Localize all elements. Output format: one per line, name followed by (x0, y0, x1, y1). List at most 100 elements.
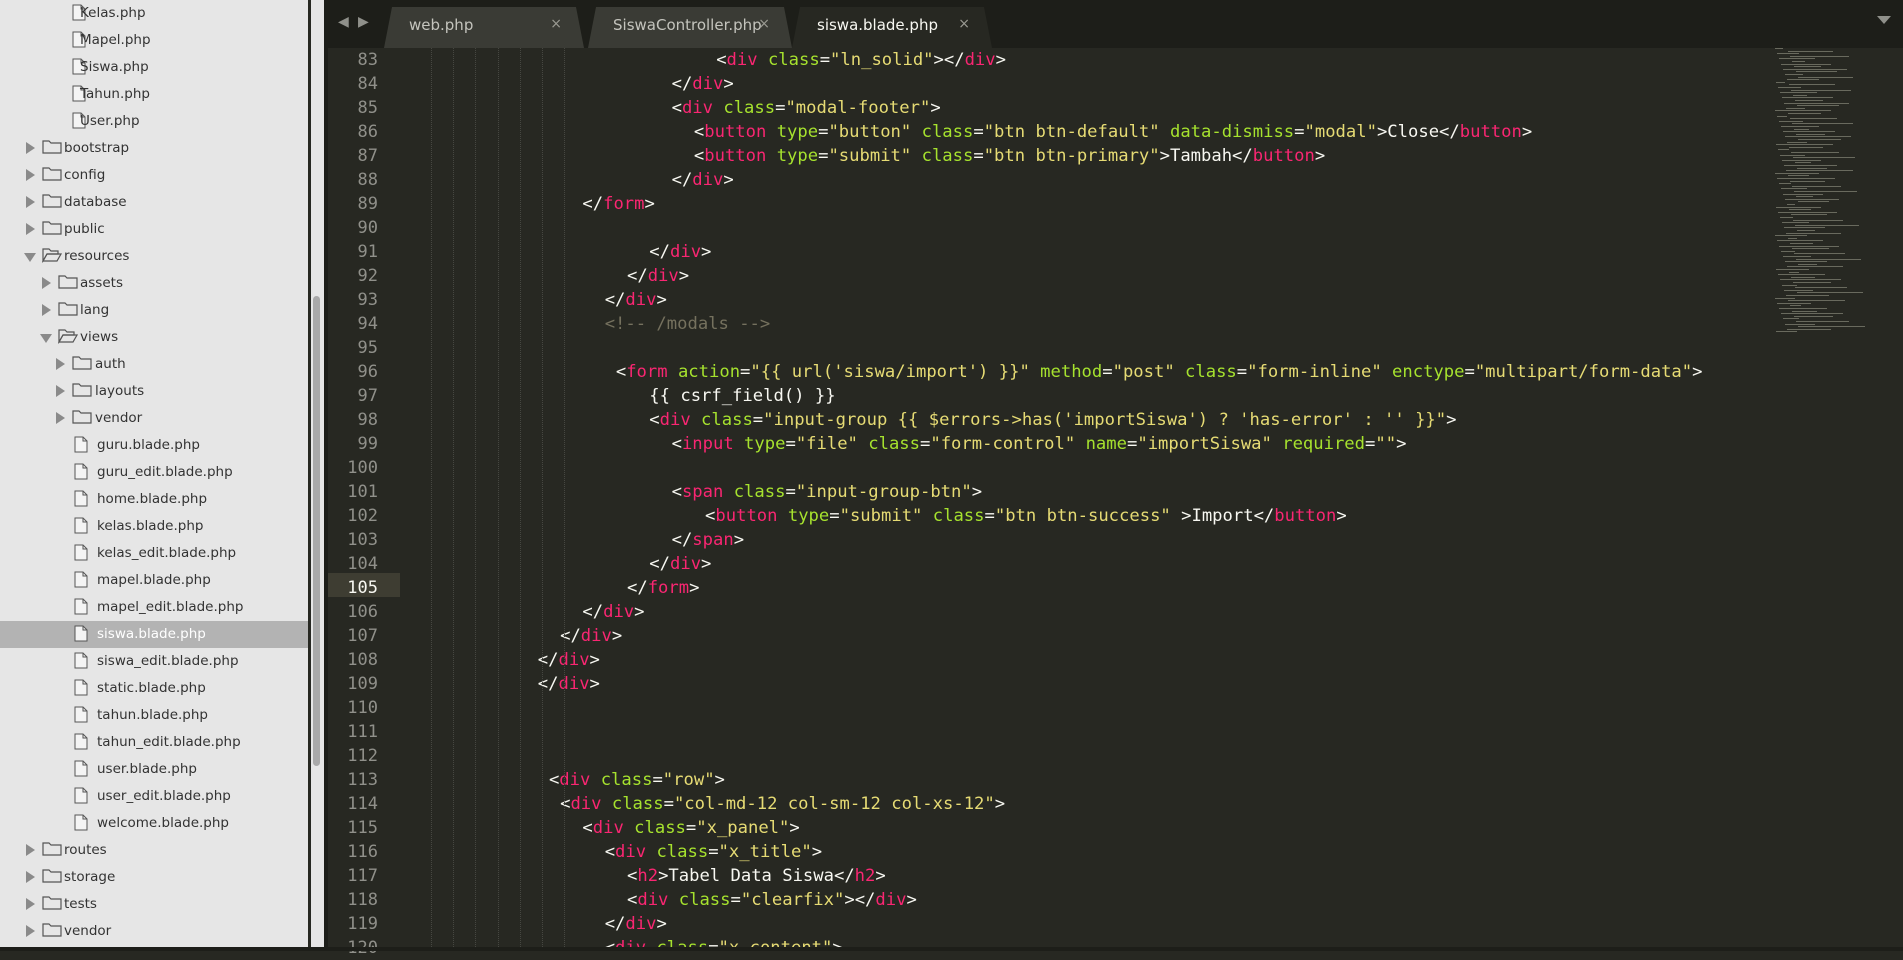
chevron-right-icon[interactable] (26, 844, 35, 856)
code-line[interactable]: </div> (538, 648, 600, 672)
code-token: div (558, 650, 590, 670)
code-line[interactable]: <div class="x_title"> (605, 840, 822, 864)
chevron-right-icon[interactable] (26, 898, 35, 910)
chevron-right-icon[interactable] (42, 277, 51, 289)
chevron-right-icon[interactable] (26, 871, 35, 883)
code-line[interactable]: {{ csrf_field() }} (649, 384, 835, 408)
chevron-right-icon[interactable] (26, 925, 35, 937)
code-line[interactable]: </div> (672, 72, 734, 96)
sidebar-file-siswa-edit-blade-php[interactable]: siswa_edit.blade.php (0, 648, 308, 675)
sidebar-file-tahun-edit-blade-php[interactable]: tahun_edit.blade.php (0, 729, 308, 756)
sidebar-file-guru-blade-php[interactable]: guru.blade.php (0, 432, 308, 459)
sidebar-file-guru-edit-blade-php[interactable]: guru_edit.blade.php (0, 459, 308, 486)
code-token: > (723, 74, 734, 94)
sidebar-file-tahun-blade-php[interactable]: tahun.blade.php (0, 702, 308, 729)
code-line[interactable]: </form> (582, 192, 654, 216)
code-line[interactable]: </div> (672, 168, 734, 192)
code-line[interactable]: </div> (605, 912, 667, 936)
sidebar-folder-routes[interactable]: routes (0, 837, 308, 864)
code-line[interactable]: </div> (649, 552, 711, 576)
sidebar-file-tahun-php[interactable]: Tahun.php (0, 81, 308, 108)
sidebar-file-siswa-blade-php[interactable]: siswa.blade.php (0, 621, 308, 648)
sidebar-folder-vendor[interactable]: vendor (0, 405, 308, 432)
code-line[interactable]: </div> (538, 672, 600, 696)
code-line[interactable]: <button type="button" class="btn btn-def… (694, 120, 1532, 144)
sidebar-file-user-blade-php[interactable]: user.blade.php (0, 756, 308, 783)
sidebar-folder-storage[interactable]: storage (0, 864, 308, 891)
code-line[interactable]: </div> (582, 600, 644, 624)
sidebar-file-welcome-blade-php[interactable]: welcome.blade.php (0, 810, 308, 837)
code-line[interactable]: <div class="clearfix"></div> (627, 888, 917, 912)
sidebar-scrollbar-thumb[interactable] (313, 296, 320, 766)
code-line[interactable]: <div class="ln_solid"></div> (716, 48, 1006, 72)
sidebar-file-static-blade-php[interactable]: static.blade.php (0, 675, 308, 702)
code-line[interactable]: </div> (627, 264, 689, 288)
code-line[interactable]: <input type="file" class="form-control" … (672, 432, 1407, 456)
sidebar-folder-lang[interactable]: lang (0, 297, 308, 324)
chevron-right-icon[interactable] (26, 196, 35, 208)
code-line[interactable]: <div class="x_panel"> (582, 816, 799, 840)
sidebar-file-user-edit-blade-php[interactable]: user_edit.blade.php (0, 783, 308, 810)
code-line[interactable]: </div> (605, 288, 667, 312)
close-icon[interactable]: × (550, 16, 562, 32)
chevron-right-icon[interactable] (56, 412, 65, 424)
chevron-right-icon[interactable] (26, 142, 35, 154)
sidebar-folder-public[interactable]: public (0, 216, 308, 243)
tab-siswa-blade-php[interactable]: siswa.blade.php × (792, 7, 992, 48)
chevron-right-icon[interactable] (56, 385, 65, 397)
code-line[interactable]: </div> (649, 240, 711, 264)
tab-nav-back-icon[interactable]: ◀ (338, 14, 349, 30)
code-line[interactable]: <div class="input-group {{ $errors->has(… (649, 408, 1456, 432)
sidebar-file-kelas-edit-blade-php[interactable]: kelas_edit.blade.php (0, 540, 308, 567)
chevron-right-icon[interactable] (26, 223, 35, 235)
sidebar-folder-auth[interactable]: auth (0, 351, 308, 378)
code-line[interactable]: </div> (560, 624, 622, 648)
sidebar-folder-database[interactable]: database (0, 189, 308, 216)
code-line[interactable]: <button type="submit" class="btn btn-suc… (705, 504, 1347, 528)
sidebar-folder-assets[interactable]: assets (0, 270, 308, 297)
code-line[interactable]: </span> (672, 528, 744, 552)
line-number: 89 (357, 194, 378, 214)
sidebar-file-mapel-blade-php[interactable]: mapel.blade.php (0, 567, 308, 594)
chevron-right-icon[interactable] (26, 169, 35, 181)
minimap-line (1782, 97, 1833, 99)
sidebar-file-user-php[interactable]: User.php (0, 108, 308, 135)
code-line[interactable]: <!-- /modals --> (605, 312, 771, 336)
tab-siswacontroller-php[interactable]: SiswaController.php × (588, 7, 792, 48)
sidebar-file-mapel-php[interactable]: Mapel.php (0, 27, 308, 54)
sidebar-folder-resources[interactable]: resources (0, 243, 308, 270)
chevron-right-icon[interactable] (42, 304, 51, 316)
sidebar-file-siswa-php[interactable]: Siswa.php (0, 54, 308, 81)
code-line[interactable]: <div class="modal-footer"> (672, 96, 941, 120)
chevron-down-icon[interactable] (24, 253, 36, 262)
tab-web-php[interactable]: web.php × (384, 7, 584, 48)
code-line[interactable]: <div class="col-md-12 col-sm-12 col-xs-1… (560, 792, 1005, 816)
code-line[interactable]: <span class="input-group-btn"> (672, 480, 983, 504)
line-number: 113 (347, 770, 378, 790)
sidebar-file-kelas-php[interactable]: Kelas.php (0, 0, 308, 27)
chevron-down-icon[interactable] (1877, 16, 1891, 24)
code-line[interactable]: <button type="submit" class="btn btn-pri… (694, 144, 1325, 168)
sidebar-folder-config[interactable]: config (0, 162, 308, 189)
sidebar-folder-tests[interactable]: tests (0, 891, 308, 918)
sidebar-folder-vendor[interactable]: vendor (0, 918, 308, 945)
sidebar-file-kelas-blade-php[interactable]: kelas.blade.php (0, 513, 308, 540)
code-line[interactable]: <form action="{{ url('siswa/import') }}"… (616, 360, 1703, 384)
sidebar-folder-layouts[interactable]: layouts (0, 378, 308, 405)
sidebar-file-mapel-edit-blade-php[interactable]: mapel_edit.blade.php (0, 594, 308, 621)
close-icon[interactable]: × (958, 16, 970, 32)
code-token: </ (560, 626, 581, 646)
code-line[interactable]: <h2>Tabel Data Siswa</h2> (627, 864, 886, 888)
code-editor[interactable]: <div class="ln_solid"></div> </div> <div c… (400, 48, 1770, 951)
tab-nav-forward-icon[interactable]: ▶ (358, 14, 369, 30)
sidebar-folder-views[interactable]: views (0, 324, 308, 351)
minimap[interactable] (1775, 48, 1895, 368)
close-icon[interactable]: × (758, 16, 770, 32)
chevron-right-icon[interactable] (56, 358, 65, 370)
sidebar-file-home-blade-php[interactable]: home.blade.php (0, 486, 308, 513)
sidebar-folder-bootstrap[interactable]: bootstrap (0, 135, 308, 162)
code-line[interactable]: </form> (627, 576, 699, 600)
chevron-down-icon[interactable] (40, 334, 52, 343)
line-number: 118 (347, 890, 378, 910)
code-line[interactable]: <div class="row"> (549, 768, 725, 792)
